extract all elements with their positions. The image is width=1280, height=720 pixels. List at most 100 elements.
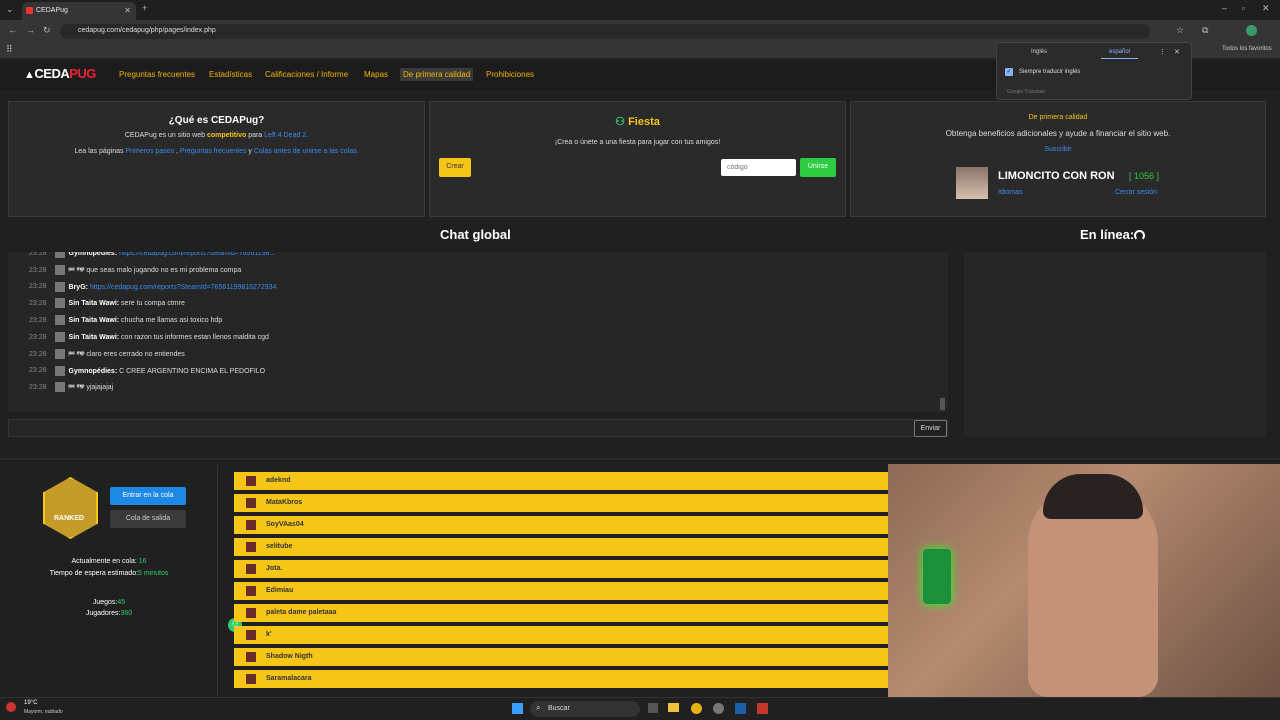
maximize-icon[interactable]: ▫ (1242, 3, 1245, 13)
steam-icon[interactable] (735, 703, 746, 714)
message-avatar[interactable] (54, 298, 65, 309)
taskview-icon[interactable] (648, 703, 658, 713)
message-text[interactable]: https://cedapug.com/reports?SteamId=7656… (90, 283, 276, 290)
more-options-icon[interactable]: ⋮ (1159, 48, 1166, 56)
player-name[interactable]: Shadow Nigth (266, 653, 313, 660)
languages-link[interactable]: Idiomas (998, 189, 1023, 196)
message-avatar[interactable] (54, 315, 65, 326)
always-translate-checkbox[interactable]: ✓ (1005, 68, 1013, 76)
faq-link[interactable]: Preguntas frecuentes (180, 148, 247, 155)
player-name[interactable]: adeknd (266, 477, 291, 484)
queue-player-row[interactable]: Saramalacara (234, 670, 888, 688)
queue-player-row[interactable]: SoyVAas04 (234, 516, 888, 534)
window-close-icon[interactable]: ✕ (1262, 3, 1270, 14)
back-icon[interactable]: ← (8, 25, 17, 35)
bookmark-star-icon[interactable]: ☆ (1176, 25, 1184, 36)
subscribe-link[interactable]: Suscribir (851, 146, 1265, 153)
message-author[interactable]: Sin Taita Wawi: (69, 334, 120, 341)
player-avatar-icon (246, 652, 256, 662)
new-tab-icon[interactable]: + (142, 3, 147, 13)
message-avatar[interactable] (54, 382, 65, 393)
user-avatar[interactable] (956, 167, 988, 199)
nav-stats[interactable]: Estadísticas (209, 70, 252, 79)
all-bookmarks-link[interactable]: Todos los favoritos (1222, 46, 1272, 52)
queue-player-row[interactable]: Shadow Nigth (234, 648, 888, 666)
message-author[interactable]: ᵎᵉᵉ ᵐᵎᵖ (69, 384, 85, 391)
start-icon[interactable] (512, 703, 523, 714)
windows-taskbar: 19°C Mayorm. nublado Buscar ⌕ (0, 697, 1280, 720)
apps-icon[interactable]: ⠿ (6, 44, 13, 55)
message-author[interactable]: Sin Taita Wawi: (69, 300, 120, 307)
site-logo[interactable]: ▲CEDAPUG (24, 66, 96, 81)
file-explorer-icon[interactable] (668, 703, 679, 712)
nav-premium[interactable]: De primera calidad (400, 68, 474, 81)
logout-link[interactable]: Cerrar sesión (1115, 189, 1157, 196)
first-steps-link[interactable]: Primeros pasos (125, 148, 174, 155)
queues-link[interactable]: Colas antes de unirse a las colas. (254, 148, 359, 155)
player-name[interactable]: selitube (266, 543, 292, 550)
address-bar[interactable]: cedapug.com/cedapug/php/pages/index.php (60, 24, 1150, 39)
player-name[interactable]: SoyVAas04 (266, 521, 304, 528)
message-avatar[interactable] (54, 252, 65, 258)
weather-icon (6, 702, 16, 712)
message-time: 23:28 (29, 266, 47, 274)
chat-input[interactable] (8, 419, 948, 437)
l4d2-link[interactable]: Left 4 Dead 2. (264, 132, 308, 139)
message-author[interactable]: ᵎᵉᵉ ᵐᵎᵖ (69, 351, 85, 358)
browser-tab[interactable]: CEDAPug ✕ (22, 2, 136, 20)
tab-menu-icon[interactable]: ⌄ (6, 4, 14, 15)
translate-lang-english[interactable]: Inglés (1031, 49, 1047, 55)
message-avatar[interactable] (54, 264, 65, 275)
message-author[interactable]: Gymnopédies: (69, 252, 118, 257)
queue-player-row[interactable]: adeknd (234, 472, 888, 490)
join-party-button[interactable]: Unirse (800, 158, 836, 177)
nav-faq[interactable]: Preguntas frecuentes (119, 70, 195, 79)
extensions-icon[interactable]: ⧉ (1202, 25, 1208, 36)
queue-player-row[interactable]: paleta dame paletaaa (234, 604, 888, 622)
message-author[interactable]: ᵎᵉᵉ ᵐᵎᵖ (69, 267, 85, 274)
message-avatar[interactable] (54, 281, 65, 292)
forward-icon[interactable]: → (26, 25, 35, 35)
player-name[interactable]: paleta dame paletaaa (266, 609, 336, 616)
player-name[interactable]: k' (266, 631, 272, 638)
nav-maps[interactable]: Mapas (364, 70, 388, 79)
l4d2-icon[interactable] (757, 703, 768, 714)
leave-queue-button[interactable]: Cola de salida (110, 510, 186, 528)
reload-icon[interactable]: ↻ (43, 25, 51, 36)
create-party-button[interactable]: Crear (439, 158, 471, 177)
queue-player-row[interactable]: MataKbros (234, 494, 888, 512)
translate-close-icon[interactable]: ✕ (1174, 48, 1180, 56)
tab-title: CEDAPug (36, 7, 68, 14)
queue-player-row[interactable]: selitube (234, 538, 888, 556)
party-code-input[interactable] (721, 159, 796, 176)
message-author[interactable]: Sin Taita Wawi: (69, 317, 120, 324)
player-name[interactable]: Jota. (266, 565, 282, 572)
message-author[interactable]: Gymnopédies: (69, 367, 118, 374)
message-avatar[interactable] (54, 348, 65, 359)
taskbar-search[interactable]: Buscar ⌕ (530, 701, 640, 717)
nav-ratings[interactable]: Calificaciones / Informe (265, 70, 348, 79)
queue-player-row[interactable]: Edimiau (234, 582, 888, 600)
player-name[interactable]: MataKbros (266, 499, 302, 506)
translate-lang-spanish[interactable]: español (1101, 49, 1139, 59)
minimize-icon[interactable]: – (1222, 3, 1227, 13)
app-icon[interactable] (713, 703, 724, 714)
close-tab-icon[interactable]: ✕ (124, 6, 131, 15)
message-text[interactable]: https://cedapug.com/reports?steamId=7656… (119, 252, 275, 257)
message-author[interactable]: BryG: (69, 283, 88, 290)
enter-queue-button[interactable]: Entrar en la cola (110, 487, 186, 505)
message-avatar[interactable] (54, 365, 65, 376)
queue-player-row[interactable]: Jota. (234, 560, 888, 578)
chrome-icon[interactable] (691, 703, 702, 714)
queue-player-row[interactable]: k' (234, 626, 888, 644)
player-name[interactable]: Saramalacara (266, 675, 312, 682)
chat-scrollbar[interactable] (940, 398, 945, 410)
user-rating: [ 1056 ] (1129, 171, 1160, 181)
nav-bans[interactable]: Prohibiciones (486, 70, 534, 79)
player-name[interactable]: Edimiau (266, 587, 293, 594)
send-button[interactable]: Enviar (914, 420, 947, 437)
google-translate-brand: Google Translate (1007, 89, 1046, 95)
weather-temp[interactable]: 19°C (24, 700, 37, 706)
message-avatar[interactable] (54, 332, 65, 342)
profile-avatar[interactable] (1246, 25, 1257, 36)
